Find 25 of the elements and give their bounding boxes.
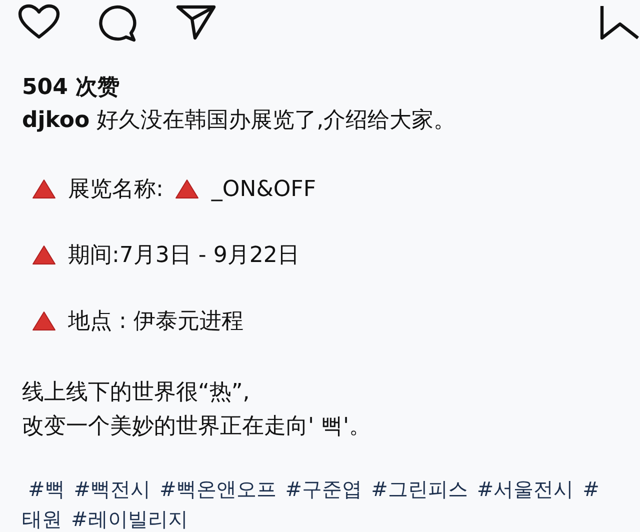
triangle-icon [32, 245, 56, 265]
detail-text: _ON&OFF [211, 176, 316, 204]
hashtag-link[interactable]: #서울전시 [476, 474, 574, 504]
triangle-icon [32, 179, 56, 199]
detail-text: 期间:7月3日 - 9月22日 [68, 242, 300, 270]
hashtag-link[interactable]: #구준엽 [285, 474, 362, 504]
send-icon[interactable] [176, 4, 216, 40]
hashtag-link[interactable]: #그린피스 [371, 474, 468, 504]
hashtag-link[interactable]: # [582, 474, 600, 504]
detail-text: 展览名称: [68, 176, 164, 204]
triangle-icon [32, 311, 56, 331]
hashtag-link[interactable]: 태원 [22, 504, 62, 532]
hashtag-link[interactable]: #뻑 [28, 474, 65, 504]
triangle-icon [175, 179, 200, 199]
likes-count: 504 次赞 [22, 74, 121, 102]
hashtag-link[interactable]: #뻑온앤오프 [160, 474, 276, 504]
caption-text: djkoo 好久没在韩国办展览了,介绍给大家。 [22, 107, 457, 135]
hashtag-link[interactable]: #뻑전시 [74, 474, 151, 504]
body-text: 线上线下的世界很“热”, [22, 379, 251, 407]
heart-icon[interactable] [18, 4, 60, 40]
comment-icon[interactable] [98, 4, 138, 42]
bookmark-icon[interactable] [600, 4, 640, 40]
detail-text: 地点 : 伊泰元进程 [68, 308, 244, 336]
hashtag-link[interactable]: #레이빌리지 [71, 504, 188, 532]
body-text: 改变一个美妙的世界正在走向' 뻑'。 [22, 413, 372, 441]
